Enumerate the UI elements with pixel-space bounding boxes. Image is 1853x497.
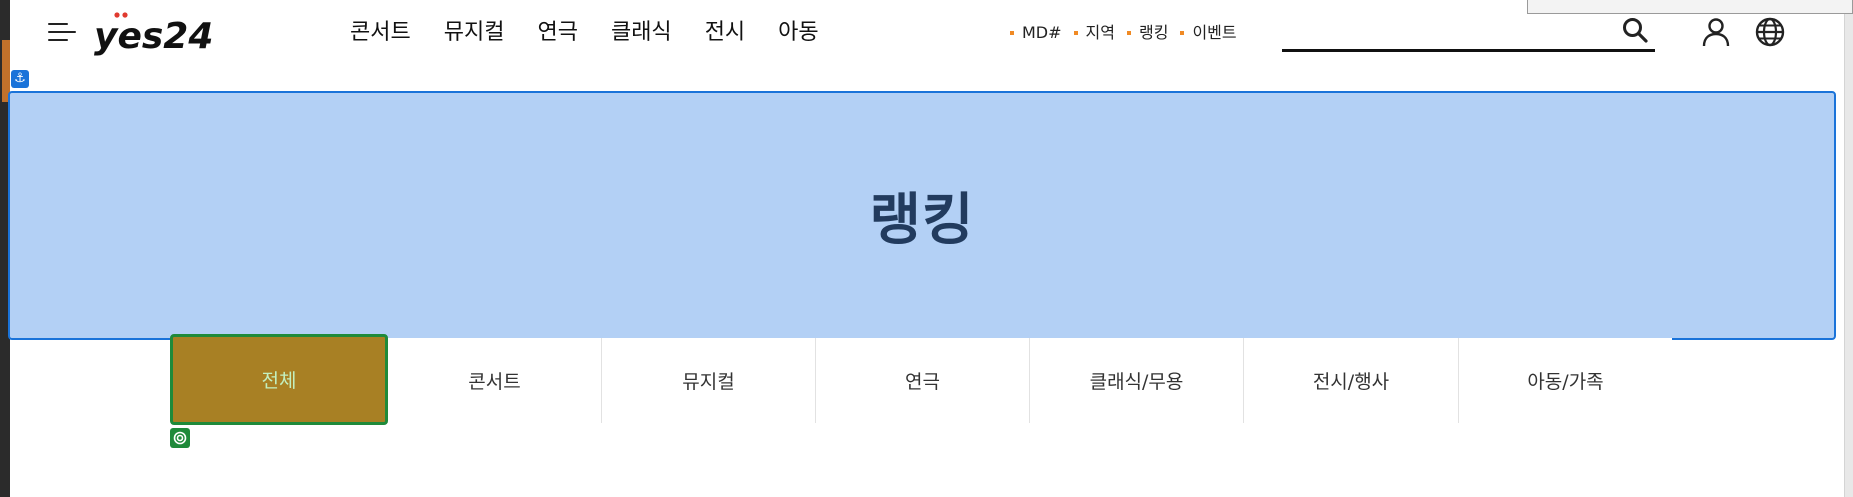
tab-label: 아동/가족: [1527, 371, 1604, 393]
tab-kids-family[interactable]: 아동/가족: [1459, 338, 1672, 423]
tab-classic-dance[interactable]: 클래식/무용: [1030, 338, 1244, 423]
tab-exhibition-event[interactable]: 전시/행사: [1244, 338, 1459, 423]
search-box: [1282, 10, 1655, 52]
bullet-dot: [1126, 31, 1131, 35]
sub-link-event[interactable]: 이벤트: [1180, 22, 1237, 44]
ranking-category-tabs: 전체 콘서트 뮤지컬 연극 클래식/무용 전시/행사 아동/가족: [170, 334, 1672, 425]
sub-link-label: 지역: [1085, 23, 1115, 42]
gnb-kids[interactable]: 아동: [778, 17, 818, 49]
tab-all[interactable]: 전체: [170, 334, 388, 425]
sub-link-label: 이벤트: [1192, 23, 1237, 42]
gnb-musical[interactable]: 뮤지컬: [444, 17, 505, 49]
sub-link-md[interactable]: MD#: [1010, 22, 1062, 44]
bullet-dot: [1180, 31, 1185, 35]
logo-wordmark: yes24: [94, 16, 212, 56]
tab-musical[interactable]: 뮤지컬: [602, 338, 816, 423]
sub-link-label: MD#: [1022, 23, 1062, 42]
anchor-icon: ⚓: [11, 70, 29, 88]
window-scrollbar[interactable]: [1844, 0, 1853, 497]
gnb-exhibition[interactable]: 전시: [705, 17, 745, 49]
tab-play[interactable]: 연극: [816, 338, 1030, 423]
sub-links: MD# 지역 랭킹 이벤트: [1010, 22, 1249, 44]
tab-label: 뮤지컬: [682, 371, 735, 393]
tab-concert[interactable]: 콘서트: [388, 338, 602, 423]
yes24-logo[interactable]: yes24: [92, 6, 212, 56]
sub-link-region[interactable]: 지역: [1073, 22, 1115, 44]
search-input[interactable]: [1282, 16, 1602, 44]
sub-link-label: 랭킹: [1138, 23, 1169, 42]
tab-label: 전시/행사: [1312, 371, 1390, 393]
target-icon: [170, 428, 190, 448]
tab-label: 콘서트: [468, 371, 521, 393]
search-icon[interactable]: [1621, 16, 1649, 44]
globe-icon[interactable]: [1754, 16, 1786, 48]
tab-label: 연극: [905, 371, 940, 393]
tab-label: 전체: [261, 370, 297, 392]
bullet-dot: [1010, 31, 1014, 35]
user-icon[interactable]: [1700, 16, 1732, 48]
gnb-play[interactable]: 연극: [537, 17, 577, 49]
hamburger-menu-icon[interactable]: [48, 22, 76, 42]
genre-nav: 콘서트 뮤지컬 연극 클래식 전시 아동: [350, 17, 852, 49]
site-header: yes24 콘서트 뮤지컬 연극 클래식 전시 아동 MD# 지역 랭킹 이벤트: [10, 0, 1844, 68]
ranking-hero: 랭킹: [8, 91, 1836, 340]
gnb-concert[interactable]: 콘서트: [350, 17, 411, 49]
sub-link-ranking[interactable]: 랭킹: [1126, 22, 1169, 44]
tab-label: 클래식/무용: [1089, 371, 1184, 393]
gnb-classic[interactable]: 클래식: [611, 17, 672, 49]
bullet-dot: [1073, 31, 1078, 35]
page-title: 랭킹: [869, 188, 975, 253]
